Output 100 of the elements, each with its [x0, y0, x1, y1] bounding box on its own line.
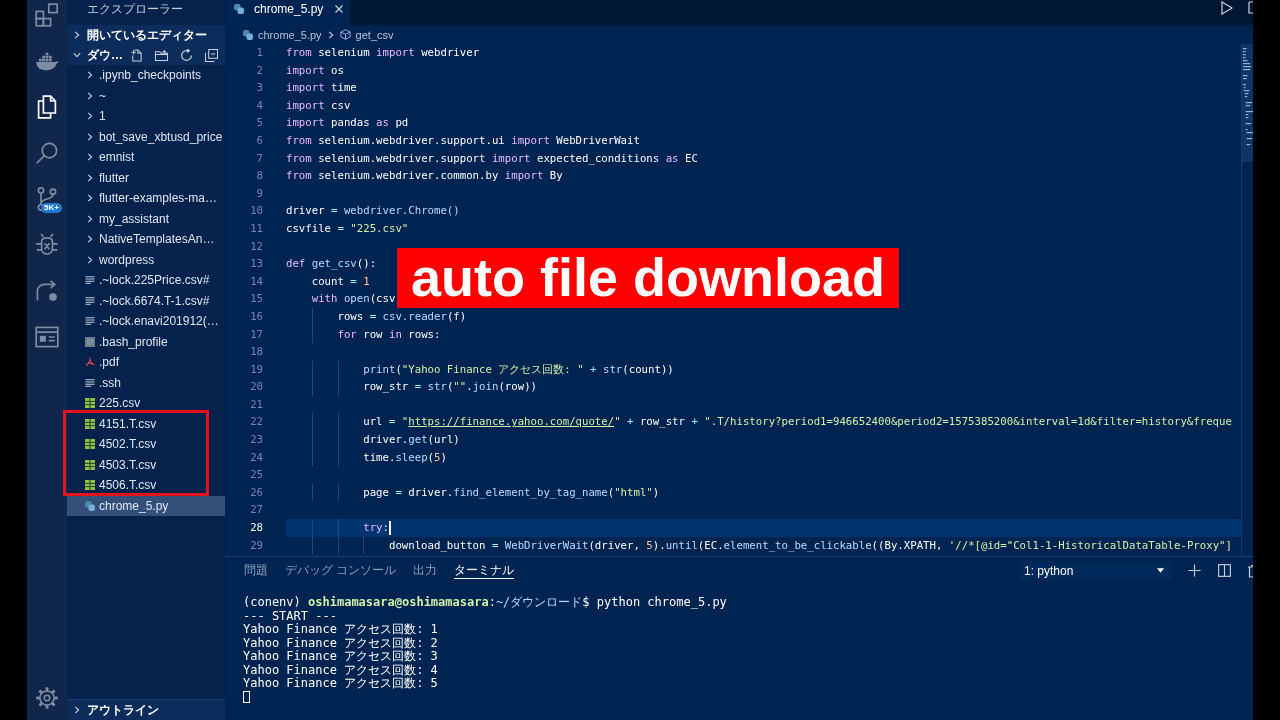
plus-icon[interactable] [1188, 564, 1201, 577]
line-number: 5 [255, 115, 263, 132]
line-number: 27 [249, 502, 263, 519]
text-lines-icon [85, 295, 95, 306]
line-number: 2 [255, 62, 263, 79]
search-icon[interactable] [35, 141, 59, 165]
file-tree-item[interactable]: 4502.T.csv [67, 434, 225, 455]
new-file-icon[interactable] [130, 48, 143, 62]
terminal-line: Yahoo Finance アクセス回数: 2 [243, 636, 439, 650]
caption-banner: auto file download [397, 248, 899, 308]
panel-tab[interactable]: ターミナル [454, 562, 515, 579]
file-tree-item[interactable]: .~lock.6674.T-1.csv# [67, 290, 225, 311]
terminal-line: Yahoo Finance アクセス回数: 3 [243, 650, 439, 664]
text-cursor-icon [388, 521, 391, 536]
code-line: import csv [286, 97, 351, 114]
refresh-icon[interactable] [180, 48, 193, 62]
file-type-icon [234, 4, 244, 14]
line-number: 18 [249, 344, 263, 361]
code-line: import os [286, 62, 344, 79]
pages-icon[interactable] [35, 95, 59, 119]
table-icon [85, 480, 95, 491]
file-tree-item[interactable]: 4506.T.csv [67, 475, 225, 496]
share-arrow-icon[interactable] [35, 279, 59, 303]
file-tree-item[interactable]: emnist [67, 147, 225, 168]
line-number: 17 [249, 326, 263, 343]
file-tree-item[interactable]: my_assistant [67, 208, 225, 229]
play-icon[interactable] [1221, 1, 1233, 15]
chevron-right-icon [326, 30, 335, 39]
terminal-line: Yahoo Finance アクセス回数: 4 [243, 663, 439, 677]
code-line: count = 1 [310, 273, 370, 290]
bug-icon[interactable] [35, 233, 59, 257]
split-editor-icon[interactable] [1248, 1, 1253, 14]
section-header[interactable]: ダウ… [67, 45, 225, 65]
terminal-select[interactable]: 1: python [1019, 561, 1172, 580]
line-number: 25 [249, 467, 263, 484]
file-tree-item[interactable]: .ipynb_checkpoints [67, 65, 225, 86]
line-number: 24 [249, 449, 263, 466]
trash-icon[interactable] [1248, 564, 1253, 578]
line-number: 12 [249, 238, 263, 255]
cube-icon [339, 29, 351, 40]
file-tree-item[interactable]: .~lock.225Price.csv# [67, 270, 225, 291]
section-header[interactable]: 開いているエディター [67, 25, 225, 45]
panel-tab[interactable]: 出力 [413, 562, 438, 579]
line-number: 7 [255, 150, 263, 167]
new-folder-icon[interactable] [155, 48, 168, 62]
terminal-line: (conenv) oshimamasara@oshimamasara:~/ダウンロード$ python chrome_5.py [243, 596, 728, 610]
chevron-down-icon [73, 51, 81, 59]
file-tree-item[interactable]: flutter [67, 167, 225, 188]
terminal-line: Yahoo Finance アクセス回数: 5 [243, 677, 439, 691]
sidebar-title: エクスプローラー [86, 1, 184, 18]
breadcrumb-item[interactable]: get_csv [355, 28, 394, 41]
code-line: def get_csv(): [286, 256, 377, 273]
editor-tab[interactable]: chrome_5.py [225, 0, 350, 25]
table-icon [85, 439, 95, 450]
file-tree-item[interactable]: wordpress [67, 249, 225, 270]
text-lines-icon [85, 316, 95, 327]
file-tree-item[interactable]: 225.csv [67, 393, 225, 414]
close-icon[interactable] [335, 5, 344, 13]
line-number: 26 [249, 484, 263, 501]
file-type-icon [243, 29, 253, 40]
panel-tab[interactable]: 問題 [244, 562, 268, 579]
panel-tab[interactable]: デバッグ コンソール [285, 562, 397, 579]
file-tree-item[interactable]: 4503.T.csv [67, 454, 225, 475]
collapse-all-icon[interactable] [205, 48, 218, 62]
section-header[interactable]: アウトライン [67, 699, 225, 720]
line-number: 15 [249, 291, 263, 308]
file-tree-item[interactable]: flutter-examples-ma… [67, 188, 225, 209]
count-badge: 5K+ [41, 203, 62, 213]
chevron-right-icon [86, 214, 94, 223]
pdf-icon [85, 357, 95, 368]
text-lines-icon [85, 275, 95, 286]
file-tree-item[interactable]: .ssh [67, 372, 225, 393]
file-tree-item[interactable]: ~ [67, 85, 225, 106]
terminal-line: --- START --- [243, 609, 337, 623]
squares-icon[interactable] [35, 3, 59, 27]
code-line: from selenium.webdriver.support import expected_conditions as EC [286, 150, 698, 167]
line-number: 10 [249, 203, 263, 220]
line-number: 20 [249, 379, 263, 396]
code-line: import time [286, 80, 357, 97]
chevron-right-icon [86, 255, 94, 264]
breadcrumb-item[interactable]: chrome_5.py [258, 28, 322, 41]
file-tree-item[interactable]: NativeTemplatesAn… [67, 229, 225, 250]
split-panel-icon[interactable] [1218, 564, 1231, 577]
chevron-right-icon [86, 112, 94, 121]
chevron-right-icon [86, 71, 94, 80]
code-line: csvfile = "225.csv" [286, 220, 409, 237]
file-tree-item[interactable]: .bash_profile [67, 331, 225, 352]
chevron-right-icon [86, 194, 94, 203]
table-icon [85, 459, 95, 470]
file-tree-item[interactable]: chrome_5.py [67, 495, 225, 516]
file-tree-item[interactable]: .~lock.enavi201912(… [67, 311, 225, 332]
window-layout-icon[interactable] [35, 325, 59, 349]
chevron-right-icon [73, 31, 81, 39]
file-tree-item[interactable]: 4151.T.csv [67, 413, 225, 434]
file-tree-item[interactable]: 1 [67, 106, 225, 127]
file-tree-item[interactable]: bot_save_xbtusd_price [67, 126, 225, 147]
file-tree-item[interactable]: .pdf [67, 352, 225, 373]
settings-icon[interactable] [35, 686, 59, 710]
line-number: 16 [249, 308, 263, 325]
chevron-right-icon [86, 132, 94, 141]
